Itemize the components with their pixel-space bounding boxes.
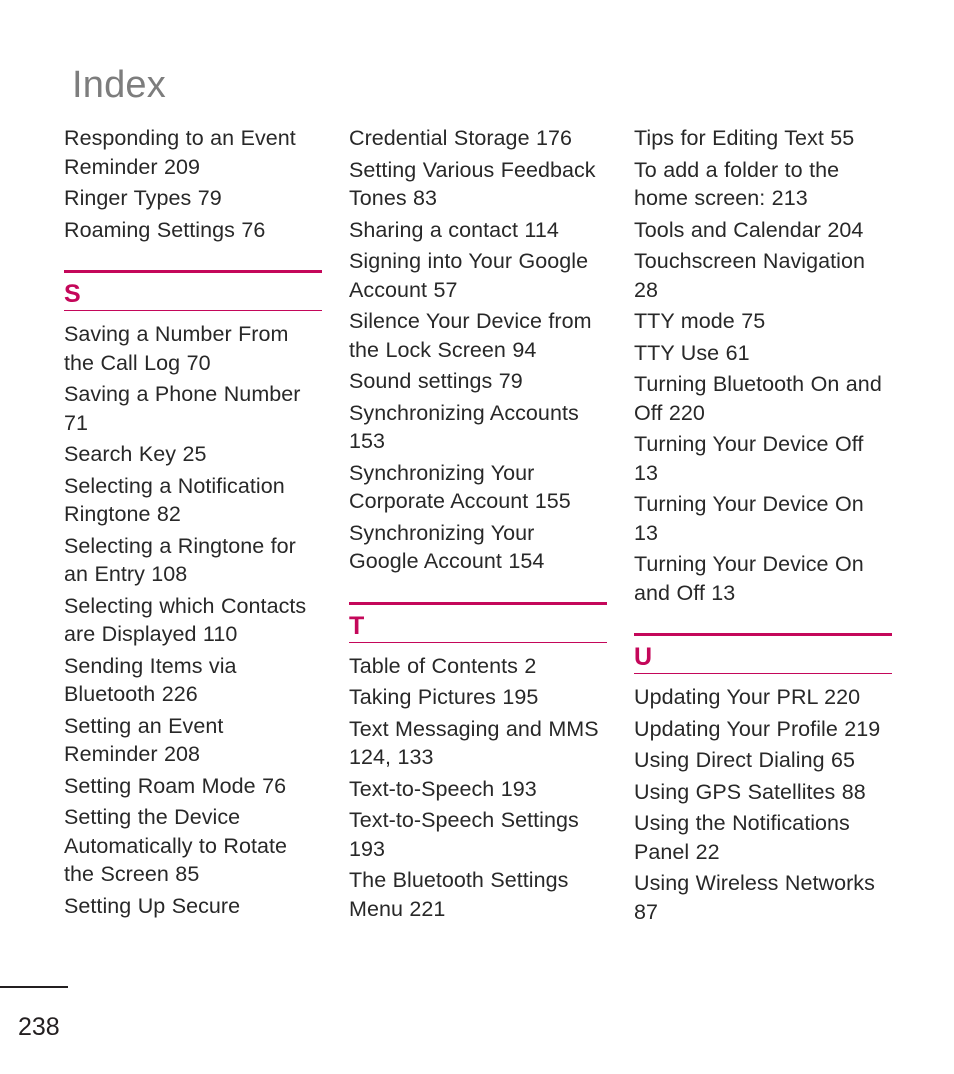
index-entry: The Bluetooth Settings Menu 221	[349, 868, 569, 921]
index-entry: Using the Notifications Panel 22	[634, 811, 850, 864]
section-rule-bottom	[64, 310, 322, 311]
index-entry: Credential Storage 176	[349, 126, 573, 150]
index-entry: Responding to an Event Reminder 209	[64, 126, 296, 179]
index-entry: Setting Up Secure	[64, 893, 241, 918]
index-entry: Roaming Settings 76	[64, 217, 266, 242]
index-entry: Taking Pictures 195	[349, 685, 539, 709]
index-entry: TTY Use 61	[634, 340, 750, 365]
index-entry: Sending Items via Bluetooth 226	[64, 653, 237, 707]
index-entry: Tips for Editing Text 55	[634, 126, 855, 150]
index-entry: Sound settings 79	[349, 369, 523, 393]
page-number: 238	[18, 1013, 60, 1041]
index-entry: Touchscreen Navigation 28	[634, 249, 865, 302]
index-entry: Turning Your Device On and Off 13	[634, 552, 864, 605]
index-entry: Text-to-Speech Settings 193	[349, 808, 579, 861]
section-letter: S	[64, 280, 81, 308]
index-entry: Using GPS Satellites 88	[634, 779, 866, 804]
index-column-1: Responding to an Event Reminder 209 Ringe…	[64, 124, 322, 929]
index-entry: TTY mode 75	[634, 309, 766, 333]
section-letter: U	[634, 643, 653, 671]
index-entry: Text-to-Speech 193	[349, 776, 537, 801]
index-entry: Using Wireless Networks 87	[634, 871, 875, 924]
index-entry: Synchronizing Accounts 153	[349, 400, 579, 454]
footer-divider	[0, 986, 68, 988]
index-column-3: Tips for Editing Text 55 To add a folder …	[634, 124, 892, 929]
index-entry: Saving a Phone Number 71	[64, 382, 301, 435]
index-entry: Text Messaging and MMS 124, 133	[349, 716, 599, 770]
index-entry: To add a folder to the home screen: 213	[634, 157, 840, 211]
index-entry: Tools and Calendar 204	[634, 217, 864, 242]
index-entry: Ringer Types 79	[64, 186, 222, 210]
section-rule-top	[349, 601, 607, 605]
index-columns: Responding to an Event Reminder 209 Ringe…	[0, 124, 954, 929]
index-entry: Selecting a Notification Ringtone 82	[64, 473, 285, 527]
index-entry: Synchronizing Your Google Account 154	[349, 520, 545, 574]
index-entry: Updating Your PRL 220	[634, 685, 861, 709]
index-entry: Synchronizing Your Corporate Account 155	[349, 460, 571, 514]
section-rule-top	[64, 270, 322, 273]
index-entry: Setting Roam Mode 76	[64, 773, 287, 798]
section-heading-t: T	[349, 601, 607, 643]
section-letter: T	[349, 611, 365, 640]
index-entry: Selecting which Contacts are Displayed 1…	[64, 593, 307, 647]
index-entry: Turning Bluetooth On and Off 220	[634, 372, 882, 425]
page-title: Index	[72, 64, 166, 107]
section-rule-top	[634, 633, 892, 636]
section-rule-bottom	[634, 673, 892, 674]
index-entry: Turning Your Device On 13	[634, 492, 864, 545]
index-entry: Table of Contents 2	[349, 653, 537, 678]
index-entry: Selecting a Ringtone for an Entry 108	[64, 533, 296, 587]
index-entry: Updating Your Profile 219	[634, 716, 881, 741]
index-entry: Search Key 25	[64, 442, 207, 466]
index-entry: Setting Various Feedback Tones 83	[349, 157, 596, 211]
section-rule-bottom	[349, 641, 607, 643]
index-entry: Signing into Your Google Account 57	[349, 249, 589, 302]
section-heading-s: S	[64, 270, 322, 311]
index-entry: Setting an Event Reminder 208	[64, 713, 224, 767]
index-entry: Sharing a contact 114	[349, 217, 559, 242]
index-column-2: Credential Storage 176 Setting Various Fe…	[349, 124, 607, 929]
index-entry: Saving a Number From the Call Log 70	[64, 322, 289, 375]
section-heading-u: U	[634, 633, 892, 674]
index-entry: Turning Your Device Off 13	[634, 432, 864, 485]
index-entry: Using Direct Dialing 65	[634, 748, 856, 772]
index-entry: Silence Your Device from the Lock Screen…	[349, 309, 592, 362]
index-entry: Setting the Device Automatically to Rota…	[64, 805, 288, 886]
